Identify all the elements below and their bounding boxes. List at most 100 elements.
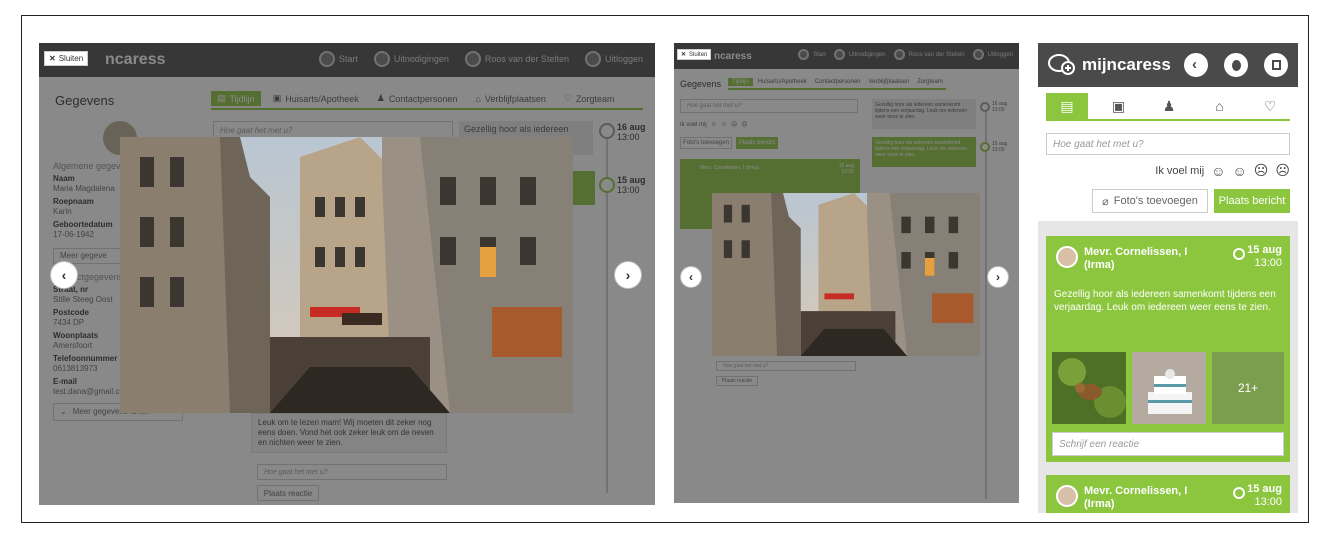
chevron-right-icon: ›: [996, 270, 1000, 284]
post-photo-squirrel[interactable]: [1052, 352, 1126, 424]
mobile-tabbar: ▤ ▣ ♟ ⌂ ♡: [1046, 93, 1290, 121]
chevron-left-icon: ‹: [61, 267, 67, 283]
chevron-right-icon: ›: [625, 267, 631, 283]
nav-invitations[interactable]: Uitnodigingen: [373, 51, 449, 67]
desktop-topbar: ncaress Start Uitnodigingen Roos van der…: [39, 43, 655, 77]
nav-start[interactable]: Start: [798, 49, 826, 60]
logout-icon[interactable]: [1264, 53, 1288, 77]
logout-icon: [972, 49, 984, 60]
user-icon[interactable]: [1224, 53, 1248, 77]
nav-start[interactable]: Start: [318, 51, 358, 67]
post-photo-cake[interactable]: [1132, 352, 1206, 424]
tab-care-team[interactable]: Zorgteam: [914, 78, 946, 86]
nav-user[interactable]: Roos van der Stelten: [893, 49, 965, 60]
reply-input[interactable]: Hoe gaat het met u?: [716, 361, 856, 371]
tablet-view: ncaress Start Uitnodigingen Roos van der…: [674, 43, 1019, 503]
happy-icon[interactable]: ☺: [1211, 163, 1225, 179]
prev-arrow-button[interactable]: ‹: [680, 266, 702, 288]
prev-arrow-button[interactable]: ‹: [50, 261, 78, 289]
nav-user[interactable]: Roos van der Stelten: [464, 51, 569, 67]
comment-input[interactable]: Schrijf een reactie: [1052, 432, 1284, 456]
mobile-topbar: mijncaress ‹: [1038, 43, 1298, 87]
tab-residences[interactable]: Verblijfplaatsen: [866, 78, 913, 86]
section-title: Gegevens: [55, 93, 115, 108]
post-date: 15 aug 13:00: [838, 163, 854, 175]
logo-icon: [1048, 54, 1075, 75]
tab-residences[interactable]: ⌂ Verblijfplaatsen: [469, 92, 551, 106]
team-icon: ♡: [563, 93, 572, 103]
tab-doctor[interactable]: ▣: [1099, 96, 1139, 117]
house-icon: ⌂: [1215, 98, 1224, 114]
sad-icon[interactable]: ☹: [1254, 162, 1269, 179]
next-arrow-button[interactable]: ›: [987, 266, 1009, 288]
tab-residences[interactable]: ⌂: [1200, 96, 1240, 116]
feel-row: Ik voel mij ☺ ☺ ☹ ☹: [680, 121, 748, 129]
squirrel-image: [1052, 352, 1126, 424]
tab-care-team[interactable]: ♡ Zorgteam: [558, 91, 621, 106]
back-icon: [798, 49, 810, 60]
tab-care-team[interactable]: ♡: [1250, 96, 1290, 117]
happy-icon[interactable]: ☺: [711, 122, 717, 128]
clock-icon: [599, 123, 615, 139]
user-icon: [464, 51, 481, 67]
post-card-2: Mevr. Cornelissen, I (Irma) 15 aug 13:00: [1046, 475, 1290, 513]
logo: ncaress: [714, 50, 752, 62]
post-input[interactable]: Hoe gaat het met u?: [1046, 133, 1290, 155]
feel-row: Ik voel mij ☺ ☺ ☹ ☹: [1155, 162, 1290, 179]
tab-timeline[interactable]: ▤: [1046, 93, 1088, 119]
close-button[interactable]: ✕ Sluiten: [677, 49, 712, 60]
back-icon[interactable]: ‹: [1184, 53, 1208, 77]
nav-logout[interactable]: Uitloggen: [584, 51, 643, 67]
avatar: [1056, 485, 1078, 507]
tab-contacts[interactable]: ♟ Contactpersonen: [371, 91, 464, 106]
user-icon: [893, 49, 905, 60]
close-button[interactable]: ✕ Sluiten: [44, 51, 89, 66]
add-photos-button[interactable]: Foto's toevoegen: [680, 137, 732, 149]
post-button[interactable]: Plaats bericht: [736, 137, 778, 149]
sad-icon[interactable]: ☹: [731, 121, 737, 128]
timeline-bubble-1: Gezellig hoor als iedereen samenkomt tij…: [872, 99, 976, 129]
post-button[interactable]: Plaats bericht: [1214, 189, 1290, 213]
post-date: 15 aug 13:00: [1247, 483, 1282, 508]
tab-timeline[interactable]: Tijdlijn: [728, 78, 753, 86]
angry-icon[interactable]: ☹: [1275, 162, 1290, 179]
angry-icon[interactable]: ☹: [741, 121, 747, 128]
comment-box: Leuk om te lezen mam! Wij moeten dit zek…: [251, 413, 447, 453]
timeline-date-1: 16 aug 13:00: [617, 122, 646, 142]
reply-input[interactable]: Hoe gaat het met u?: [257, 464, 447, 480]
neutral-icon[interactable]: ☺: [1232, 163, 1246, 179]
timeline-bubble-2: Gezellig hoor als iedereen samenkomt tij…: [872, 137, 976, 167]
avatar: [1056, 246, 1078, 268]
paris-street-photo: [120, 137, 573, 413]
reply-button[interactable]: Plaats reactie: [716, 376, 758, 386]
more-photos-tile[interactable]: 21+: [1212, 352, 1284, 424]
tab-doctor[interactable]: Huisarts/Apotheek: [755, 78, 810, 86]
post-author: Mevr. Cornelissen, I (Irma): [1084, 485, 1188, 510]
lightbox-photo: [712, 193, 980, 356]
tab-contacts[interactable]: Contactpersonen: [812, 78, 864, 86]
nav-logout[interactable]: Uitloggen: [972, 49, 1013, 60]
desktop-tabbar: ▤ Tijdlijn ▣ Huisarts/Apotheek ♟ Contactper…: [211, 91, 643, 110]
lightbox-photo: [120, 137, 573, 413]
tablet-tabbar: Tijdlijn Huisarts/Apotheek Contactperson…: [728, 78, 946, 90]
reply-button[interactable]: Plaats reactie: [257, 485, 319, 501]
cake-image: [1132, 352, 1206, 424]
tab-timeline[interactable]: ▤ Tijdlijn: [211, 91, 261, 106]
timeline-line: [985, 109, 987, 499]
add-photos-button[interactable]: ⌀ Foto's toevoegen: [1092, 189, 1208, 213]
next-arrow-button[interactable]: ›: [614, 261, 642, 289]
tab-doctor[interactable]: ▣ Huisarts/Apotheek: [267, 91, 365, 106]
timeline-date-2: 15 aug 13:00: [980, 141, 1007, 153]
post-input[interactable]: Hoe gaat het met u?: [680, 99, 858, 113]
nav-invitations[interactable]: Uitnodigingen: [833, 49, 886, 60]
close-icon: ✕: [49, 54, 56, 63]
mobile-view: mijncaress ‹ ▤ ▣ ♟ ⌂ ♡ Hoe gaat het met …: [1038, 43, 1298, 513]
clock-icon: [1233, 487, 1245, 499]
post-card: Mevr. Cornelissen, I (Irma) 15 aug 13:00…: [1046, 236, 1290, 462]
tab-contacts[interactable]: ♟: [1149, 96, 1189, 117]
clock-icon: [980, 102, 990, 112]
neutral-icon[interactable]: ☺: [721, 122, 727, 128]
invite-icon: [833, 49, 845, 60]
close-icon: ✕: [681, 52, 687, 58]
clock-icon: [1233, 248, 1245, 260]
